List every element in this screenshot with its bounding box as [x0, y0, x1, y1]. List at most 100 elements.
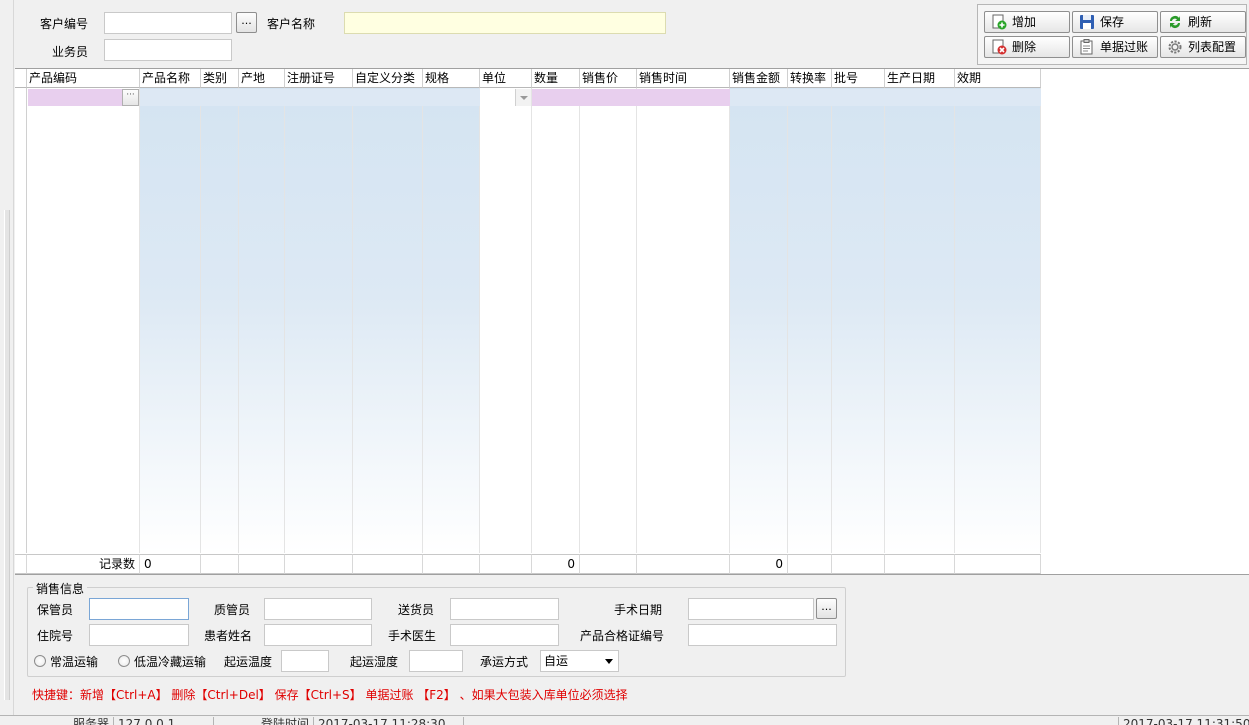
footer-cell [955, 554, 1041, 574]
col-header-product-code[interactable]: 产品编码 [27, 69, 140, 88]
footer-cell [423, 554, 480, 574]
floppy-disk-icon [1080, 15, 1094, 29]
left-splitter[interactable] [0, 0, 14, 725]
col-header-category[interactable]: 类别 [201, 69, 239, 88]
delivery-person-label: 送货员 [398, 603, 435, 617]
col-header-custom-category[interactable]: 自定义分类 [353, 69, 423, 88]
column-sale-price [580, 88, 637, 553]
patient-name-input[interactable] [264, 624, 372, 646]
col-header-expiry[interactable]: 效期 [955, 69, 1041, 88]
delivery-person-input[interactable] [450, 598, 559, 620]
keeper-label: 保管员 [37, 603, 74, 617]
save-button-label: 保存 [1100, 15, 1125, 29]
add-document-icon [992, 14, 1007, 30]
start-temperature-label: 起运温度 [224, 655, 273, 669]
row-indicator-header [15, 69, 27, 88]
customer-code-input[interactable] [104, 12, 232, 34]
col-header-registration-no[interactable]: 注册证号 [285, 69, 353, 88]
column-sale-time [637, 88, 730, 553]
quality-manager-label: 质管员 [214, 603, 251, 617]
customer-name-input[interactable] [344, 12, 666, 34]
col-header-sale-price[interactable]: 销售价 [580, 69, 637, 88]
col-header-product-name[interactable]: 产品名称 [140, 69, 201, 88]
footer-cell [353, 554, 423, 574]
salesperson-label: 业务员 [52, 45, 89, 59]
footer-cell [580, 554, 637, 574]
salesperson-input[interactable] [104, 39, 232, 61]
surgeon-input[interactable] [450, 624, 559, 646]
col-header-conversion-rate[interactable]: 转换率 [788, 69, 832, 88]
quality-manager-input[interactable] [264, 598, 372, 620]
col-header-spec[interactable]: 规格 [423, 69, 480, 88]
keeper-input[interactable] [89, 598, 189, 620]
column-custom-category [353, 88, 423, 553]
surgery-date-label: 手术日期 [614, 603, 663, 617]
customer-code-label: 客户编号 [40, 17, 89, 31]
refresh-button[interactable]: 刷新 [1160, 11, 1246, 33]
start-humidity-input[interactable] [409, 650, 463, 672]
post-document-button[interactable]: 单据过账 [1072, 36, 1158, 58]
unit-dropdown-toggle[interactable] [515, 89, 531, 106]
column-production-date [885, 88, 955, 553]
footer-indicator [15, 554, 27, 574]
certificate-no-label: 产品合格证编号 [580, 629, 665, 643]
cold-transport-radio[interactable] [118, 655, 130, 667]
unit-dropdown[interactable] [480, 89, 531, 106]
col-header-unit[interactable]: 单位 [480, 69, 532, 88]
customer-browse-button[interactable]: ... [236, 12, 257, 33]
col-header-sale-amount[interactable]: 销售金额 [730, 69, 788, 88]
col-header-production-date[interactable]: 生产日期 [885, 69, 955, 88]
edit-cell-quantity[interactable] [532, 89, 580, 106]
column-unit [480, 88, 532, 553]
edit-cell-sale-price[interactable] [580, 89, 637, 106]
chevron-down-icon [605, 659, 613, 664]
column-config-button[interactable]: 列表配置 [1160, 36, 1246, 58]
add-button[interactable]: 增加 [984, 11, 1070, 33]
server-value: 127.0.0.1 [114, 717, 214, 725]
delete-document-icon [992, 39, 1007, 55]
normal-transport-radio[interactable] [34, 655, 46, 667]
start-temperature-input[interactable] [281, 650, 329, 672]
column-conversion-rate [788, 88, 832, 553]
carrier-select[interactable]: 自运 [540, 650, 619, 672]
surgery-date-input[interactable] [688, 598, 814, 620]
server-label: 服务器 [14, 717, 114, 725]
column-product-name [140, 88, 201, 553]
save-button[interactable]: 保存 [1072, 11, 1158, 33]
normal-transport-label: 常温运输 [50, 655, 99, 669]
delete-button-label: 删除 [1012, 40, 1037, 54]
product-code-browse-button[interactable]: ··· [122, 89, 139, 106]
column-product-code [27, 88, 140, 553]
edit-cell-sale-time[interactable] [637, 89, 730, 106]
footer-cell [285, 554, 353, 574]
shortcut-hint: 快捷键：新增【Ctrl+A】 删除【Ctrl+Del】 保存【Ctrl+S】 单… [32, 688, 628, 702]
edit-row-readonly-cells-right [730, 89, 1041, 106]
amount-total: 0 [730, 554, 788, 574]
column-spec [423, 88, 480, 553]
col-header-sale-time[interactable]: 销售时间 [637, 69, 730, 88]
col-header-batch-no[interactable]: 批号 [832, 69, 885, 88]
record-count-label: 记录数 [27, 554, 140, 574]
edit-cell-product-code[interactable] [28, 89, 122, 106]
sales-info-title: 销售信息 [33, 580, 88, 597]
col-header-quantity[interactable]: 数量 [532, 69, 580, 88]
column-registration-no [285, 88, 353, 553]
inpatient-no-input[interactable] [89, 624, 189, 646]
grid-bottom-border [15, 574, 1249, 575]
row-indicator-column [15, 88, 27, 553]
add-button-label: 增加 [1012, 15, 1037, 29]
carrier-select-value: 自运 [544, 654, 569, 668]
customer-name-label: 客户名称 [267, 17, 316, 31]
surgery-date-picker-button[interactable]: ... [816, 598, 837, 619]
delete-button[interactable]: 删除 [984, 36, 1070, 58]
refresh-icon [1170, 16, 1180, 29]
column-category [201, 88, 239, 553]
col-header-origin[interactable]: 产地 [239, 69, 285, 88]
product-grid[interactable]: 产品编码 产品名称 类别 产地 注册证号 自定义分类 规格 单位 数量 销售价 … [15, 68, 1249, 574]
record-count-value: 0 [140, 554, 201, 574]
cold-transport-label: 低温冷藏运输 [134, 655, 207, 669]
login-time-value: 2017-03-17 11:28:30 [314, 717, 464, 725]
chevron-down-icon [520, 96, 528, 100]
splitter-grip[interactable] [4, 210, 10, 700]
certificate-no-input[interactable] [688, 624, 837, 646]
